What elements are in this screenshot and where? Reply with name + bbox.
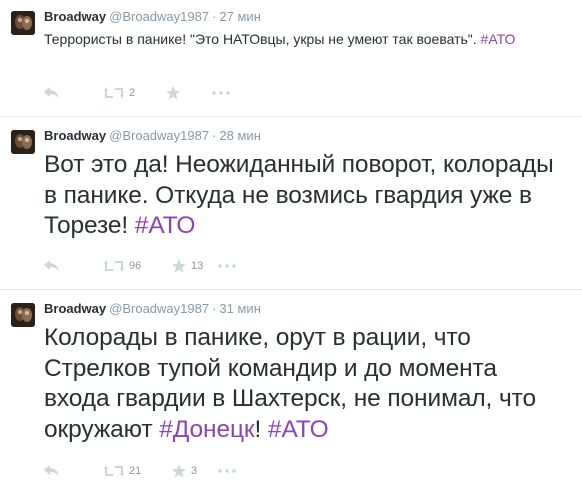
more-icon — [218, 264, 236, 268]
retweet-button[interactable]: 2 — [104, 87, 166, 99]
retweet-icon — [104, 87, 124, 99]
hashtag-link[interactable]: #АТО — [135, 212, 196, 239]
retweet-icon — [104, 260, 124, 272]
retweet-icon — [104, 465, 124, 477]
separator: · — [212, 301, 217, 316]
avatar[interactable] — [11, 130, 35, 154]
more-icon — [212, 91, 230, 95]
fullname[interactable]: Broadway — [44, 301, 106, 316]
retweet-count: 96 — [129, 260, 142, 272]
separator: · — [212, 128, 217, 143]
reply-button[interactable] — [44, 260, 104, 272]
tweet[interactable]: Broadway @Broadway1987 · 31 мин Колорады в … — [0, 290, 582, 492]
tweet-text: Вот это да! Неожиданный поворот, колорад… — [44, 150, 564, 242]
tweet-text-part: ! — [254, 415, 268, 443]
favorite-button[interactable] — [166, 86, 212, 100]
tweet-actions: 21 3 — [44, 462, 236, 480]
favorite-count: 13 — [191, 260, 204, 272]
tweet-text-part: Террористы в панике! "Это НАТОвцы, укры … — [44, 31, 481, 47]
hashtag-link[interactable]: #Донецк — [159, 416, 254, 443]
timeline: Broadway @Broadway1987 · 27 мин Террористы … — [0, 0, 582, 492]
timestamp[interactable]: 28 мин — [219, 128, 260, 143]
timestamp[interactable]: 31 мин — [219, 301, 260, 316]
reply-icon — [44, 465, 59, 476]
username[interactable]: @Broadway1987 — [109, 128, 209, 143]
tweet[interactable]: Broadway @Broadway1987 · 27 мин Террористы … — [0, 0, 582, 117]
tweet-text-part: Вот это да! Неожиданный поворот, колорад… — [44, 151, 554, 239]
more-button[interactable] — [212, 91, 230, 95]
more-icon — [218, 469, 236, 473]
tweet-header: Broadway @Broadway1987 · 27 мин — [44, 8, 261, 26]
fullname[interactable]: Broadway — [44, 128, 106, 143]
favorite-button[interactable]: 3 — [172, 464, 218, 478]
tweet[interactable]: Broadway @Broadway1987 · 28 мин Вот это да!… — [0, 117, 582, 290]
tweet-header: Broadway @Broadway1987 · 28 мин — [44, 127, 261, 145]
favorite-icon — [172, 259, 186, 273]
retweet-count: 2 — [129, 87, 136, 99]
hashtag-link[interactable]: #АТО — [268, 416, 329, 443]
username[interactable]: @Broadway1987 — [109, 9, 209, 24]
reply-button[interactable] — [44, 465, 104, 477]
timestamp[interactable]: 27 мин — [219, 9, 260, 24]
retweet-button[interactable]: 21 — [104, 465, 172, 477]
tweet-header: Broadway @Broadway1987 · 31 мин — [44, 300, 261, 318]
fullname[interactable]: Broadway — [44, 9, 106, 24]
avatar[interactable] — [11, 303, 35, 327]
favorite-button[interactable]: 13 — [172, 259, 218, 273]
reply-icon — [44, 260, 59, 271]
favorite-icon — [166, 86, 180, 100]
favorite-icon — [172, 464, 186, 478]
tweet-actions: 96 13 — [44, 257, 236, 275]
reply-icon — [44, 87, 59, 98]
reply-button[interactable] — [44, 87, 104, 99]
more-button[interactable] — [218, 264, 236, 268]
more-button[interactable] — [218, 469, 236, 473]
separator: · — [212, 9, 217, 24]
favorite-count: 3 — [191, 465, 198, 477]
retweet-count: 21 — [129, 465, 142, 477]
username[interactable]: @Broadway1987 — [109, 301, 209, 316]
hashtag-link[interactable]: #АТО — [481, 31, 516, 47]
avatar[interactable] — [11, 11, 35, 35]
tweet-text: Колорады в панике, орут в рации, что Стр… — [44, 323, 564, 445]
retweet-button[interactable]: 96 — [104, 260, 172, 272]
tweet-text: Террористы в панике! "Это НАТОвцы, укры … — [44, 30, 564, 49]
tweet-actions: 2 — [44, 84, 230, 102]
